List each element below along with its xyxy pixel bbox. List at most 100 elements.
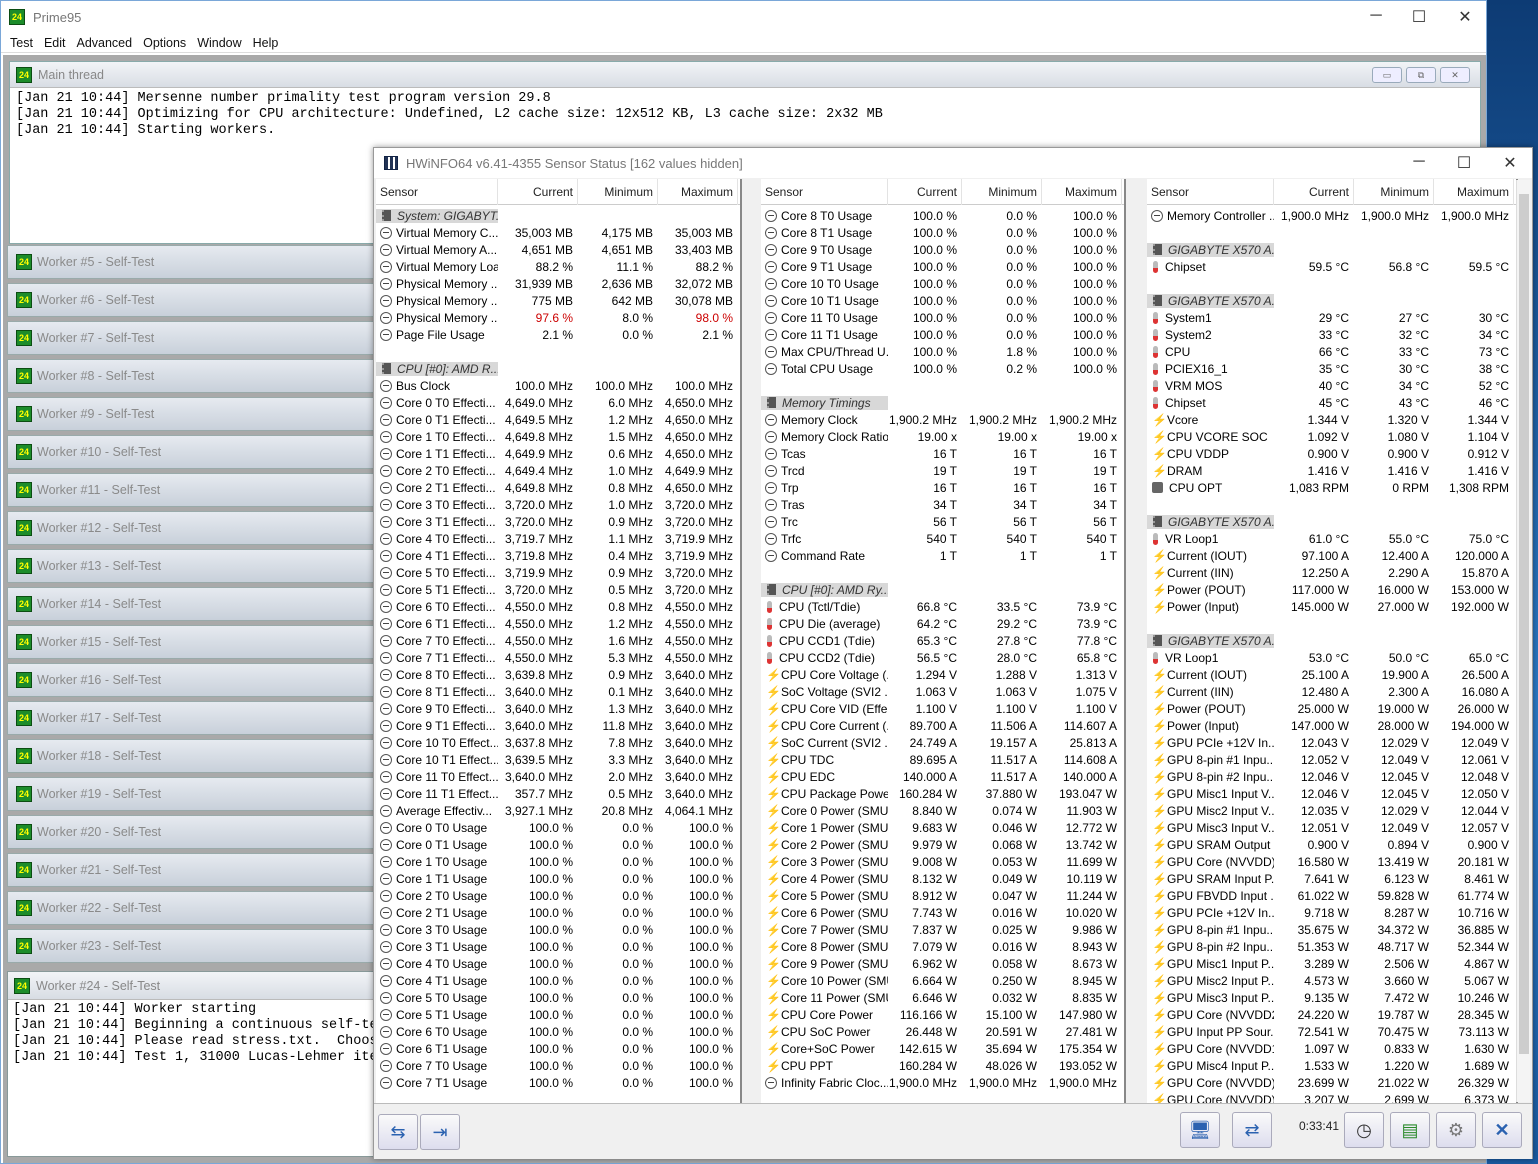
sensor-row[interactable]: Core 8 T1 Usage 100.0 % 0.0 % 100.0 % — [761, 224, 1124, 241]
sensor-row[interactable]: Core 10 T0 Effect... 3,637.8 MHz 7.8 MHz 3,… — [376, 734, 740, 751]
sensor-row[interactable]: VR Loop1 61.0 °C 55.0 °C 75.0 °C — [1147, 530, 1516, 547]
sensor-row[interactable]: ⚡ Current (IOUT) 25.100 A 19.900 A 26.500 A — [1147, 666, 1516, 683]
sensor-row[interactable]: Core 9 T1 Usage 100.0 % 0.0 % 100.0 % — [761, 258, 1124, 275]
worker-titlebar[interactable]: 24 Worker #20 - Self-Test — [7, 815, 377, 849]
sensor-row[interactable]: ⚡ Core 10 Power (SMU) 6.664 W 0.250 W 8.945 … — [761, 972, 1124, 989]
sensor-row[interactable]: Max CPU/Thread U... 100.0 % 1.8 % 100.0 % — [761, 343, 1124, 360]
sensor-row[interactable]: ⚡ Current (IIN) 12.480 A 2.300 A 16.080 A — [1147, 683, 1516, 700]
sensor-row[interactable]: ⚡ GPU Misc3 Input V... 12.051 V 12.049 V 12.… — [1147, 819, 1516, 836]
sensor-row[interactable]: Physical Memory ... 775 MB 642 MB 30,078 MB — [376, 292, 740, 309]
sensor-row[interactable]: Virtual Memory A... 4,651 MB 4,651 MB 33,40… — [376, 241, 740, 258]
sensor-row[interactable]: Core 0 T1 Usage 100.0 % 0.0 % 100.0 % — [376, 836, 740, 853]
sensor-row[interactable]: System1 29 °C 27 °C 30 °C — [1147, 309, 1516, 326]
sensor-row[interactable]: Core 5 T1 Usage 100.0 % 0.0 % 100.0 % — [376, 1006, 740, 1023]
sensor-row[interactable]: Core 1 T0 Usage 100.0 % 0.0 % 100.0 % — [376, 853, 740, 870]
sensor-row[interactable]: ⚡ Core 9 Power (SMU) 6.962 W 0.058 W 8.673 W — [761, 955, 1124, 972]
sensor-row[interactable]: ⚡ CPU VDDP 0.900 V 0.900 V 0.912 V — [1147, 445, 1516, 462]
worker-titlebar[interactable]: 24 Worker #18 - Self-Test — [7, 739, 377, 773]
sensor-row[interactable]: Trc 56 T 56 T 56 T — [761, 513, 1124, 530]
sensor-row[interactable]: Memory Clock 1,900.2 MHz 1,900.2 MHz 1,900.… — [761, 411, 1124, 428]
menu-test[interactable]: Test — [10, 36, 33, 50]
worker-titlebar[interactable]: 24 Worker #16 - Self-Test — [7, 663, 377, 697]
sensor-row[interactable]: ⚡ Power (Input) 145.000 W 27.000 W 192.000 W — [1147, 598, 1516, 615]
sensor-row[interactable]: Core 10 T0 Usage 100.0 % 0.0 % 100.0 % — [761, 275, 1124, 292]
sensor-row[interactable]: Page File Usage 2.1 % 0.0 % 2.1 % — [376, 326, 740, 343]
sensor-row[interactable]: Chipset 59.5 °C 56.8 °C 59.5 °C — [1147, 258, 1516, 275]
sensor-row[interactable]: Infinity Fabric Cloc... 1,900.0 MHz 1,900.… — [761, 1074, 1124, 1091]
menu-options[interactable]: Options — [143, 36, 186, 50]
worker-titlebar[interactable]: 24 Worker #13 - Self-Test — [7, 549, 377, 583]
sensor-row[interactable]: Core 1 T0 Effecti... 4,649.8 MHz 1.5 MHz 4,… — [376, 428, 740, 445]
sensor-row[interactable]: Core 0 T0 Effecti... 4,649.0 MHz 6.0 MHz 4,… — [376, 394, 740, 411]
sensor-row[interactable]: Core 10 T1 Effect... 3,639.5 MHz 3.3 MHz 3,… — [376, 751, 740, 768]
column-header-minimum[interactable]: Minimum — [1354, 179, 1434, 205]
sensor-row[interactable]: Core 5 T0 Usage 100.0 % 0.0 % 100.0 % — [376, 989, 740, 1006]
sensor-row[interactable]: ⚡ CPU VCORE SOC 1.092 V 1.080 V 1.104 V — [1147, 428, 1516, 445]
worker-titlebar[interactable]: 24 Worker #19 - Self-Test — [7, 777, 377, 811]
sensor-row[interactable]: Physical Memory ... 97.6 % 8.0 % 98.0 % — [376, 309, 740, 326]
menu-advanced[interactable]: Advanced — [76, 36, 132, 50]
mdi-minimize-button[interactable]: ▭ — [1372, 67, 1402, 83]
menu-edit[interactable]: Edit — [44, 36, 66, 50]
sensor-row[interactable]: ⚡ Core 11 Power (SMU) 6.646 W 0.032 W 8.835 … — [761, 989, 1124, 1006]
sensor-row[interactable]: VR Loop1 53.0 °C 50.0 °C 65.0 °C — [1147, 649, 1516, 666]
sensor-scrollbar[interactable] — [1516, 180, 1530, 1102]
sensor-row[interactable]: ⚡ Core 0 Power (SMU) 8.840 W 0.074 W 11.903 … — [761, 802, 1124, 819]
sensor-row[interactable]: Bus Clock 100.0 MHz 100.0 MHz 100.0 MHz — [376, 377, 740, 394]
worker-titlebar[interactable]: 24 Worker #12 - Self-Test — [7, 511, 377, 545]
sensor-row[interactable]: ⚡ Current (IOUT) 97.100 A 12.400 A 120.000 A — [1147, 547, 1516, 564]
sensor-row[interactable]: Core 2 T0 Effecti... 4,649.4 MHz 1.0 MHz 4,… — [376, 462, 740, 479]
sensor-row[interactable]: ⚡ GPU Input PP Sour... 72.541 W 70.475 W 73.… — [1147, 1023, 1516, 1040]
sensor-row[interactable]: ⚡ GPU Misc2 Input V... 12.035 V 12.029 V 12.… — [1147, 802, 1516, 819]
sensor-row[interactable]: ⚡ GPU Misc1 Input V... 12.046 V 12.045 V 12.… — [1147, 785, 1516, 802]
worker-titlebar[interactable]: 24 Worker #9 - Self-Test — [7, 397, 377, 431]
sensor-row[interactable]: Average Effectiv... 3,927.1 MHz 20.8 MHz 4,… — [376, 802, 740, 819]
sensor-row[interactable]: Core 3 T0 Effecti... 3,720.0 MHz 1.0 MHz 3,… — [376, 496, 740, 513]
scrollbar-thumb[interactable] — [1519, 194, 1529, 1054]
sensor-row[interactable]: ⚡ GPU 8-pin #2 Inpu... 12.046 V 12.045 V 12.… — [1147, 768, 1516, 785]
sensor-row[interactable]: Core 8 T0 Effecti... 3,639.8 MHz 0.9 MHz 3,… — [376, 666, 740, 683]
sensor-row[interactable]: Core 2 T1 Usage 100.0 % 0.0 % 100.0 % — [376, 904, 740, 921]
sensor-row[interactable]: ⚡ GPU Core (NVVDD)... 16.580 W 13.419 W 20.1… — [1147, 853, 1516, 870]
sensor-row[interactable]: Core 8 T0 Usage 100.0 % 0.0 % 100.0 % — [761, 207, 1124, 224]
worker-titlebar[interactable]: 24 Worker #14 - Self-Test — [7, 587, 377, 621]
worker-titlebar[interactable]: 24 Worker #21 - Self-Test — [7, 853, 377, 887]
sensor-row[interactable]: ⚡ Core 4 Power (SMU) 8.132 W 0.049 W 10.119 … — [761, 870, 1124, 887]
worker-titlebar[interactable]: 24 Worker #8 - Self-Test — [7, 359, 377, 393]
sensor-group-header[interactable]: GIGABYTE X570 A... — [1147, 241, 1516, 258]
worker-24-titlebar[interactable]: 24 Worker #24 - Self-Test — [8, 972, 376, 1000]
sensor-group-header[interactable]: CPU [#0]: AMD R... — [376, 360, 740, 377]
sensor-row[interactable]: ⚡ CPU Package Powe... 160.284 W 37.880 W 193… — [761, 785, 1124, 802]
sensor-row[interactable]: Core 11 T1 Usage 100.0 % 0.0 % 100.0 % — [761, 326, 1124, 343]
sensor-row[interactable]: Core 9 T0 Effecti... 3,640.0 MHz 1.3 MHz 3,… — [376, 700, 740, 717]
network-icon[interactable]: ⇄ — [1232, 1112, 1272, 1148]
minimize-button[interactable]: ─ — [1361, 7, 1391, 25]
worker-titlebar[interactable]: 24 Worker #15 - Self-Test — [7, 625, 377, 659]
sensor-group-header[interactable]: Memory Timings — [761, 394, 1124, 411]
sensor-row[interactable]: CPU OPT 1,083 RPM 0 RPM 1,308 RPM — [1147, 479, 1516, 496]
sensor-row[interactable]: ⚡ CPU EDC 140.000 A 11.517 A 140.000 A — [761, 768, 1124, 785]
sensor-row[interactable]: Core 10 T1 Usage 100.0 % 0.0 % 100.0 % — [761, 292, 1124, 309]
sensor-row[interactable]: Total CPU Usage 100.0 % 0.2 % 100.0 % — [761, 360, 1124, 377]
sensor-row[interactable]: ⚡ SoC Voltage (SVI2 ... 1.063 V 1.063 V 1.07… — [761, 683, 1124, 700]
sensor-row[interactable]: Core 4 T0 Usage 100.0 % 0.0 % 100.0 % — [376, 955, 740, 972]
sensor-row[interactable]: Core 11 T0 Usage 100.0 % 0.0 % 100.0 % — [761, 309, 1124, 326]
hwinfo-minimize-button[interactable]: ─ — [1399, 153, 1439, 171]
sensor-row[interactable]: Core 4 T0 Effecti... 3,719.7 MHz 1.1 MHz 3,… — [376, 530, 740, 547]
column-header-maximum[interactable]: Maximum — [1434, 179, 1514, 205]
sensor-row[interactable]: CPU 66 °C 33 °C 73 °C — [1147, 343, 1516, 360]
sensor-row[interactable]: ⚡ Core 5 Power (SMU) 8.912 W 0.047 W 11.244 … — [761, 887, 1124, 904]
sensor-row[interactable]: ⚡ GPU FBVDD Input ... 61.022 W 59.828 W 61.7… — [1147, 887, 1516, 904]
sensor-row[interactable]: Core 1 T1 Effecti... 4,649.9 MHz 0.6 MHz 4,… — [376, 445, 740, 462]
exit-icon[interactable]: ✕ — [1482, 1112, 1522, 1148]
sensor-row[interactable]: ⚡ GPU Misc3 Input P... 9.135 W 7.472 W 10.24… — [1147, 989, 1516, 1006]
sensor-row[interactable]: Virtual Memory C... 35,003 MB 4,175 MB 35,0… — [376, 224, 740, 241]
hwinfo-titlebar[interactable]: HWiNFO64 v6.41-4355 Sensor Status [162 v… — [374, 148, 1532, 178]
sensor-row[interactable]: ⚡ Vcore 1.344 V 1.320 V 1.344 V — [1147, 411, 1516, 428]
sensor-row[interactable]: ⚡ GPU SRAM Input P... 7.641 W 6.123 W 8.461 … — [1147, 870, 1516, 887]
sensor-row[interactable]: Core 2 T0 Usage 100.0 % 0.0 % 100.0 % — [376, 887, 740, 904]
column-header-current[interactable]: Current — [1274, 179, 1354, 205]
sensor-row[interactable]: ⚡ SoC Current (SVI2 ... 24.749 A 19.157 A 25… — [761, 734, 1124, 751]
mdi-close-button[interactable]: ✕ — [1440, 67, 1470, 83]
monitor-icon[interactable]: 🖥 — [1180, 1112, 1220, 1148]
